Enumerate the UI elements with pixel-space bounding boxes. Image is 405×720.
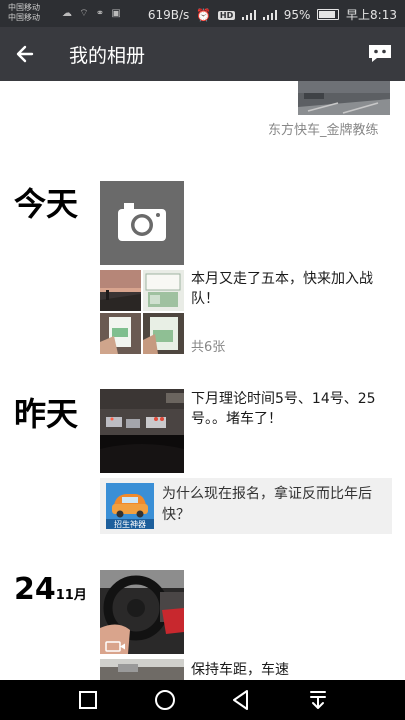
- date-yesterday: 昨天: [14, 395, 79, 433]
- date-today: 今天: [14, 185, 79, 223]
- post-photo-grid[interactable]: [100, 270, 184, 354]
- month-label: 11月: [55, 588, 87, 603]
- top-entry-author[interactable]: 东方快车_金牌教练: [268, 121, 379, 141]
- square-icon[interactable]: [76, 688, 100, 712]
- lock-icon: ▣: [111, 8, 123, 19]
- alarm-icon: ⏰: [196, 8, 212, 22]
- share-logo-icon: 招生神器: [106, 483, 154, 529]
- timeline[interactable]: 东方快车_金牌教练 今天 本月又走了五本，快来加入战队！ 共6张 昨天 下月理论…: [0, 81, 405, 680]
- app-bar: 我的相册: [0, 27, 405, 81]
- status-bar: 中国移动 中国移动 ☁ ⌔ ⚭ ▣ 619B/s ⏰ HD 95% 早上8:13: [0, 0, 405, 27]
- wifi-calling-icon: ⌔: [79, 8, 91, 19]
- date-day-24: 2411月: [14, 572, 87, 607]
- page-title: 我的相册: [69, 45, 146, 67]
- nov24-second-photo[interactable]: [100, 659, 184, 680]
- camera-tile[interactable]: [100, 181, 184, 265]
- carrier-2: 中国移动: [8, 13, 40, 22]
- download-icon[interactable]: [306, 688, 330, 712]
- driving-video-thumb[interactable]: [100, 570, 184, 654]
- link-icon: ⚭: [95, 8, 107, 19]
- signal-icon: [242, 10, 257, 20]
- shared-link-title: 为什么现在报名，拿证反而比年后快？: [162, 486, 372, 523]
- share-logo-text: 招生神器: [114, 519, 146, 529]
- battery-icon: [317, 9, 340, 20]
- day-number: 24: [14, 572, 56, 607]
- clock: 早上8:13: [346, 8, 397, 22]
- battery-percent: 95%: [283, 8, 311, 22]
- traffic-photo[interactable]: [100, 389, 184, 473]
- top-entry-photo[interactable]: [298, 81, 390, 115]
- carrier-labels: 中国移动 中国移动: [8, 3, 40, 23]
- status-right: 619B/s ⏰ HD 95% 早上8:13: [145, 6, 397, 23]
- shared-link-card[interactable]: 招生神器 为什么现在报名，拿证反而比年后快？: [100, 478, 392, 534]
- signal-icon-2: [262, 10, 277, 20]
- triangle-back-icon[interactable]: [229, 688, 253, 712]
- post-caption-today[interactable]: 本月又走了五本，快来加入战队！: [191, 269, 389, 309]
- post-caption-yesterday[interactable]: 下月理论时间5号、14号、25号。。堵车了！: [191, 389, 387, 429]
- net-speed: 619B/s: [147, 8, 190, 22]
- notification-icons: ☁ ⌔ ⚭ ▣: [62, 7, 123, 20]
- cloud-icon: ☁: [62, 8, 74, 19]
- navigation-bar: [0, 680, 405, 720]
- message-bubble-icon[interactable]: [367, 43, 393, 63]
- post-caption-nov24[interactable]: 保持车距，车速: [191, 660, 387, 680]
- photo-count: 共6张: [191, 340, 226, 355]
- circle-icon[interactable]: [153, 688, 177, 712]
- carrier-1: 中国移动: [8, 3, 40, 12]
- hd-badge: HD: [217, 11, 236, 20]
- camera-icon: [118, 203, 166, 241]
- arrow-left-icon[interactable]: [10, 38, 42, 70]
